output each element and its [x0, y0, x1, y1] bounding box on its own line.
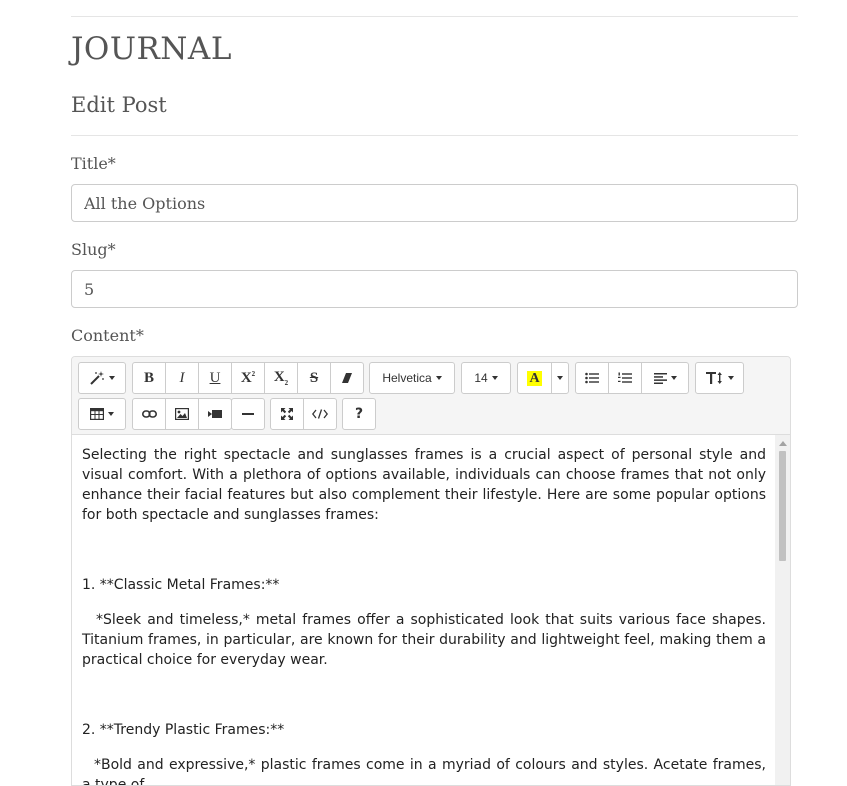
italic-button[interactable]: I — [165, 362, 199, 394]
chevron-down-icon — [491, 376, 498, 380]
italic-icon: I — [179, 369, 185, 386]
font-size-value: 14 — [474, 371, 488, 385]
editor-toolbar: B I U X2 X2 S Helvetica 14 A ? — [72, 357, 790, 435]
page-title: Edit Post — [71, 93, 167, 117]
numbered-list-icon — [618, 372, 632, 384]
fullscreen-button[interactable] — [270, 398, 304, 430]
bulleted-list-button[interactable] — [575, 362, 609, 394]
strikethrough-icon: S — [309, 369, 319, 386]
align-left-icon — [653, 372, 667, 384]
bold-button[interactable]: B — [132, 362, 166, 394]
bold-icon: B — [143, 369, 154, 386]
eraser-icon — [341, 372, 353, 384]
insert-link-button[interactable] — [132, 398, 166, 430]
highlight-color-button[interactable]: A — [517, 362, 552, 394]
underline-icon: U — [209, 369, 221, 386]
chevron-down-icon — [727, 376, 734, 380]
font-family-value: Helvetica — [382, 371, 432, 385]
magic-wand-icon — [89, 371, 105, 385]
code-icon — [312, 409, 328, 419]
site-brand[interactable]: JOURNAL — [71, 31, 232, 67]
insert-picture-button[interactable] — [165, 398, 199, 430]
content-paragraph: *Bold and expressive,* plastic frames co… — [82, 757, 766, 786]
chevron-down-icon — [435, 376, 442, 380]
text-height-icon — [705, 372, 724, 384]
content-label: Content* — [71, 326, 144, 345]
horizontal-rule-button[interactable] — [231, 398, 265, 430]
top-divider — [71, 16, 798, 17]
chevron-down-icon — [557, 376, 563, 380]
bulleted-list-icon — [585, 372, 599, 384]
font-family-dropdown[interactable]: Helvetica — [369, 362, 455, 394]
help-button[interactable]: ? — [342, 398, 376, 430]
video-icon — [208, 409, 222, 419]
superscript-button[interactable]: X2 — [231, 362, 265, 394]
content-paragraph: Selecting the right spectacle and sungla… — [82, 447, 766, 523]
title-input[interactable] — [71, 184, 798, 222]
chevron-down-icon — [109, 376, 115, 380]
table-icon — [90, 408, 104, 420]
editor-scrollbar[interactable] — [775, 435, 790, 785]
link-icon — [141, 409, 157, 419]
chevron-down-icon — [670, 376, 677, 380]
color-picker-dropdown[interactable] — [551, 362, 569, 394]
highlight-color-icon: A — [527, 370, 542, 386]
header-divider — [71, 135, 798, 136]
table-dropdown-button[interactable] — [78, 398, 126, 430]
insert-video-button[interactable] — [198, 398, 232, 430]
content-heading: 1. **Classic Metal Frames:** — [82, 577, 280, 593]
question-icon: ? — [354, 406, 364, 422]
horizontal-rule-icon — [242, 412, 254, 416]
paragraph-align-dropdown[interactable] — [641, 362, 689, 394]
chevron-down-icon — [108, 412, 114, 416]
numbered-list-button[interactable] — [608, 362, 642, 394]
scrollbar-thumb[interactable] — [779, 451, 786, 561]
content-heading: 2. **Trendy Plastic Frames:** — [82, 722, 285, 738]
strikethrough-button[interactable]: S — [297, 362, 331, 394]
line-height-dropdown[interactable] — [695, 362, 744, 394]
superscript-icon: X2 — [240, 369, 256, 386]
font-size-dropdown[interactable]: 14 — [461, 362, 511, 394]
clear-format-button[interactable] — [330, 362, 364, 394]
subscript-icon: X2 — [273, 369, 289, 387]
slug-input[interactable] — [71, 270, 798, 308]
underline-button[interactable]: U — [198, 362, 232, 394]
picture-icon — [175, 408, 189, 420]
editor-content[interactable]: Selecting the right spectacle and sungla… — [82, 445, 766, 786]
title-label: Title* — [71, 154, 116, 173]
content-paragraph: *Sleek and timeless,* metal frames offer… — [82, 612, 766, 668]
code-view-button[interactable] — [303, 398, 337, 430]
style-dropdown-button[interactable] — [78, 362, 126, 394]
rich-text-editor: B I U X2 X2 S Helvetica 14 A ? Selecting… — [71, 356, 791, 786]
fullscreen-icon — [281, 408, 293, 420]
slug-label: Slug* — [71, 240, 116, 259]
subscript-button[interactable]: X2 — [264, 362, 298, 394]
scroll-up-icon[interactable] — [778, 441, 787, 446]
